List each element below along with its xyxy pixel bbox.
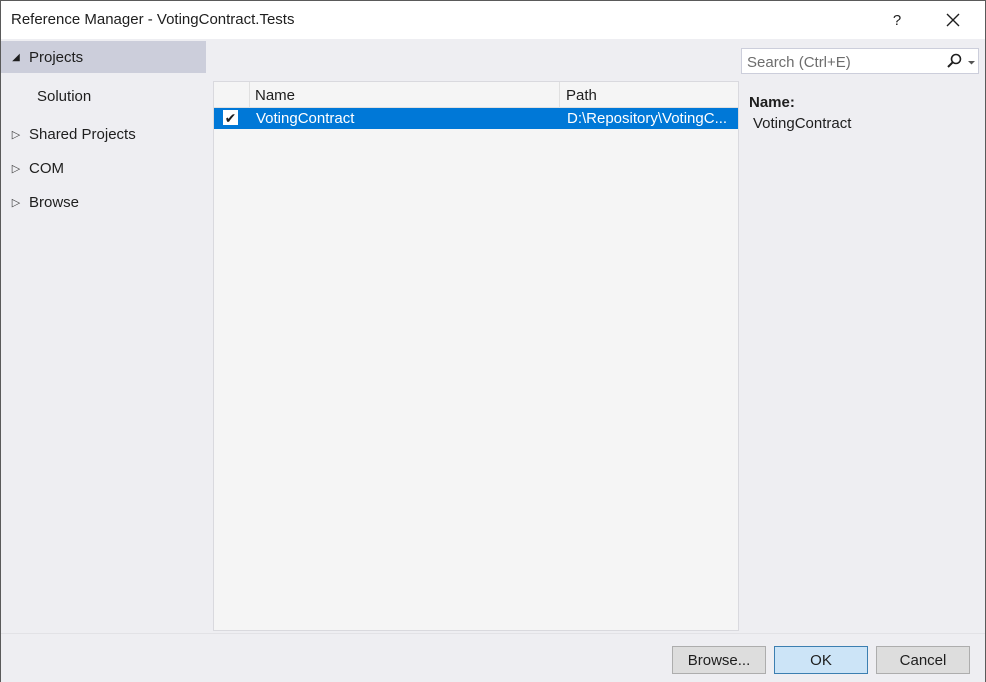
project-list: Name Path ✔ VotingContract D:\Repository… <box>213 81 739 631</box>
list-item[interactable]: ✔ VotingContract D:\Repository\VotingC..… <box>214 108 738 129</box>
search-box <box>741 48 979 75</box>
cancel-button[interactable]: Cancel <box>876 646 970 674</box>
close-icon <box>946 13 960 27</box>
nav-item-label: Projects <box>29 48 84 66</box>
list-header: Name Path <box>214 82 738 108</box>
search-input[interactable] <box>742 49 945 75</box>
dialog-footer: Browse... OK Cancel <box>1 633 985 682</box>
help-button[interactable]: ? <box>879 5 915 35</box>
nav-item-label: Shared Projects <box>29 125 136 143</box>
help-icon: ? <box>892 11 902 29</box>
collapsed-arrow-icon[interactable]: ▷ <box>10 196 22 209</box>
expanded-arrow-icon[interactable]: ◢ <box>10 52 22 63</box>
project-name: VotingContract <box>256 110 355 127</box>
column-header-path[interactable]: Path <box>561 82 738 107</box>
chevron-down-icon <box>968 61 975 65</box>
nav-item-label: Solution <box>37 87 92 105</box>
search-button[interactable] <box>945 52 977 72</box>
project-checkbox[interactable]: ✔ <box>223 110 238 125</box>
column-header-name[interactable]: Name <box>250 82 560 107</box>
ok-button[interactable]: OK <box>774 646 868 674</box>
reference-manager-dialog: Reference Manager - VotingContract.Tests… <box>0 0 986 682</box>
close-button[interactable] <box>935 5 971 35</box>
nav-item-com[interactable]: ▷ COM <box>1 152 206 184</box>
nav-item-label: Browse <box>29 193 80 211</box>
project-path: D:\Repository\VotingC... <box>567 110 728 127</box>
details-name-label: Name: <box>749 94 795 111</box>
nav-item-label: COM <box>29 159 64 177</box>
nav-item-shared-projects[interactable]: ▷ Shared Projects <box>1 118 206 150</box>
title-bar: Reference Manager - VotingContract.Tests… <box>1 1 985 39</box>
collapsed-arrow-icon[interactable]: ▷ <box>10 162 22 175</box>
nav-item-browse[interactable]: ▷ Browse <box>1 186 206 218</box>
nav-tree: ◢ Projects Solution ▷ Shared Projects ▷ … <box>1 39 211 633</box>
browse-button[interactable]: Browse... <box>672 646 766 674</box>
details-name-value: VotingContract <box>753 115 852 132</box>
nav-item-solution[interactable]: Solution <box>1 80 206 112</box>
dialog-title: Reference Manager - VotingContract.Tests <box>11 11 295 28</box>
column-header-check <box>214 82 250 107</box>
collapsed-arrow-icon[interactable]: ▷ <box>10 128 22 141</box>
search-icon <box>947 53 975 68</box>
nav-item-projects[interactable]: ◢ Projects <box>1 41 206 73</box>
